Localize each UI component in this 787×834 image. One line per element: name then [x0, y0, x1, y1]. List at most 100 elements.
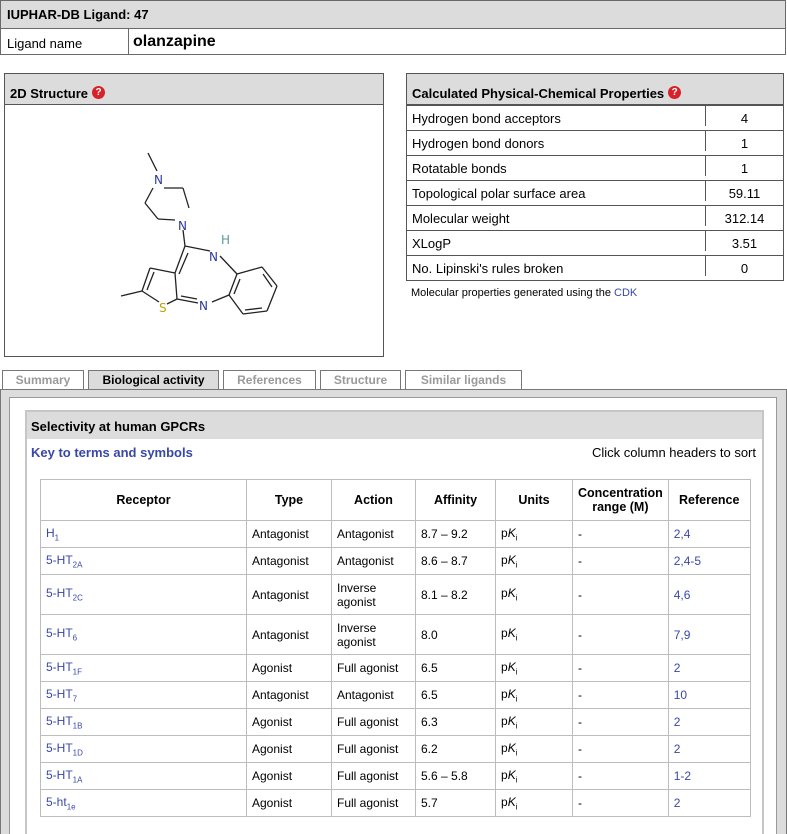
reference-link[interactable]: 2,4 — [674, 527, 691, 541]
receptor-cell: 5-HT1B — [40, 708, 247, 736]
receptor-link[interactable]: 5-HT2C — [46, 586, 83, 602]
units-subscript: i — [515, 748, 518, 758]
affinity-cell: 6.2 — [415, 735, 496, 763]
structure-panel-header: 2D Structure? — [5, 74, 383, 105]
receptor-name: 5-HT — [46, 713, 73, 728]
table-header-row: Receptor Type Action Affinity Units Conc… — [40, 479, 751, 521]
property-row: No. Lipinski's rules broken 0 — [407, 255, 783, 281]
table-row: 5-HT7 Antagonist Antagonist 6.5 pKi -10 — [40, 681, 751, 709]
reference-link[interactable]: 2,4-5 — [674, 554, 701, 568]
reference-link[interactable]: 7,9 — [674, 628, 691, 642]
reference-link[interactable]: 2 — [674, 715, 681, 729]
reference-cell: 1-2 — [667, 762, 751, 790]
column-header-concentration[interactable]: Concentration range (M) — [572, 479, 669, 521]
table-row: 5-ht1e Agonist Full agonist 5.7 pKi -2 — [40, 789, 751, 817]
receptor-link[interactable]: 5-HT2A — [46, 553, 82, 569]
units-subscript: i — [515, 667, 518, 677]
units-symbol: K — [507, 552, 516, 567]
property-label: Rotatable bonds — [412, 161, 507, 176]
receptor-subtype: 1F — [72, 667, 83, 677]
properties-panel-header: Calculated Physical-Chemical Properties? — [407, 74, 783, 105]
ligand-name-value: olanzapine — [133, 33, 216, 50]
property-label: XLogP — [412, 236, 452, 251]
receptor-name: 5-HT — [46, 686, 73, 701]
units-cell: pKi — [495, 547, 573, 575]
type-cell: Antagonist — [246, 547, 332, 575]
atom-label: N — [209, 250, 218, 264]
units-prefix: p — [501, 713, 508, 728]
reference-link[interactable]: 2 — [674, 661, 681, 675]
receptor-subtype: 1 — [54, 533, 60, 543]
receptor-link[interactable]: 5-HT1A — [46, 768, 83, 785]
table-row: 5-HT1D Agonist Full agonist 6.2 pKi -2 — [40, 735, 751, 763]
receptor-cell: 5-HT1F — [40, 654, 247, 682]
property-value: 59.11 — [705, 181, 783, 201]
column-header-affinity[interactable]: Affinity — [415, 479, 496, 521]
receptor-subtype: 1B — [72, 721, 83, 731]
concentration-cell: - — [572, 520, 669, 548]
units-prefix: p — [501, 552, 508, 567]
property-value: 4 — [705, 106, 783, 126]
receptor-name: 5-HT — [46, 586, 73, 601]
key-link[interactable]: Key to terms and symbols — [31, 445, 193, 460]
reference-link[interactable]: 4,6 — [674, 588, 691, 602]
column-header-action[interactable]: Action — [331, 479, 416, 521]
cdk-link[interactable]: CDK — [614, 287, 637, 299]
units-subscript: i — [515, 560, 518, 570]
receptor-link[interactable]: 5-ht1e — [46, 795, 76, 812]
receptor-link[interactable]: 5-HT6 — [46, 626, 77, 642]
receptor-subtype: 1e — [66, 802, 76, 812]
receptor-name: 5-HT — [46, 740, 73, 755]
table-row: 5-HT6 Antagonist Inverse agonist 8.0 pKi -7,9 — [40, 614, 751, 655]
tab-structure[interactable]: Structure — [320, 370, 401, 389]
receptor-link[interactable]: 5-HT1B — [46, 713, 83, 731]
receptor-cell: 5-HT2C — [40, 574, 247, 615]
units-prefix: p — [501, 659, 508, 674]
units-prefix: p — [501, 586, 508, 601]
units-prefix: p — [501, 525, 508, 540]
units-subscript: i — [515, 533, 518, 543]
receptor-cell: 5-HT1D — [40, 735, 247, 763]
column-header-type[interactable]: Type — [246, 479, 332, 521]
type-cell: Agonist — [246, 789, 332, 817]
help-icon[interactable]: ? — [92, 86, 106, 99]
concentration-cell: - — [572, 735, 669, 763]
receptor-cell: 5-HT2A — [40, 547, 247, 575]
property-value: 0 — [705, 256, 783, 276]
tab-similar-ligands[interactable]: Similar ligands — [405, 370, 522, 389]
tab-biological-activity[interactable]: Biological activity — [88, 370, 219, 390]
units-cell: pKi — [495, 789, 573, 817]
structure-panel: 2D Structure? N N N H N S — [4, 73, 384, 357]
atom-label: N — [178, 219, 187, 233]
column-header-receptor[interactable]: Receptor — [40, 479, 247, 521]
units-symbol: K — [507, 686, 516, 701]
table-row: 5-HT1F Agonist Full agonist 6.5 pKi -2 — [40, 654, 751, 682]
receptor-link[interactable]: 5-HT1F — [46, 659, 83, 677]
ligand-id-title: IUPHAR-DB Ligand: 47 — [1, 1, 785, 29]
receptor-name: 5-HT — [46, 659, 73, 674]
column-header-units[interactable]: Units — [495, 479, 573, 521]
concentration-cell: - — [572, 614, 669, 655]
receptor-link[interactable]: 5-HT1D — [46, 740, 83, 757]
tab-references[interactable]: References — [223, 370, 316, 389]
tab-summary[interactable]: Summary — [2, 370, 84, 389]
receptor-subtype: 1A — [72, 775, 83, 785]
affinity-cell: 5.6 – 5.8 — [415, 762, 496, 790]
units-cell: pKi — [495, 708, 573, 736]
reference-link[interactable]: 2 — [674, 742, 681, 756]
help-icon[interactable]: ? — [668, 86, 682, 99]
reference-link[interactable]: 10 — [674, 688, 687, 702]
table-row: 5-HT1B Agonist Full agonist 6.3 pKi -2 — [40, 708, 751, 736]
reference-link[interactable]: 2 — [674, 796, 681, 810]
units-symbol: K — [507, 525, 516, 540]
reference-cell: 2,4 — [667, 520, 751, 548]
table-row: H1 Antagonist Antagonist 8.7 – 9.2 pKi -2,4 — [40, 520, 751, 548]
units-cell: pKi — [495, 735, 573, 763]
reference-link[interactable]: 1-2 — [674, 769, 691, 783]
column-header-reference[interactable]: Reference — [667, 479, 751, 521]
receptor-link[interactable]: 5-HT7 — [46, 686, 77, 703]
concentration-cell: - — [572, 681, 669, 709]
units-symbol: K — [507, 713, 516, 728]
property-row: Topological polar surface area 59.11 — [407, 180, 783, 206]
receptor-link[interactable]: H1 — [46, 526, 60, 543]
